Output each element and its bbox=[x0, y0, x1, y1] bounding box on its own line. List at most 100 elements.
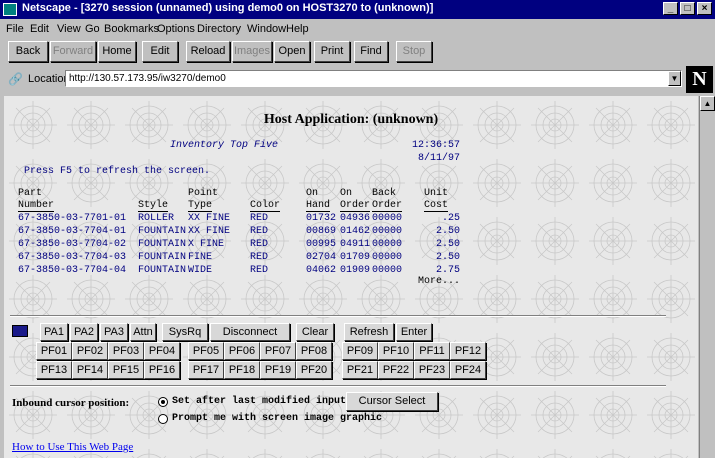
pf12-button[interactable]: PF12 bbox=[450, 342, 486, 360]
refresh-button[interactable]: Refresh bbox=[344, 323, 394, 341]
pf09-button[interactable]: PF09 bbox=[342, 342, 378, 360]
cell-unit-cost: 2.50 bbox=[435, 226, 460, 237]
col-header: Order bbox=[340, 200, 371, 212]
col-header: Hand bbox=[306, 200, 331, 212]
pf08-button[interactable]: PF08 bbox=[296, 342, 332, 360]
home-button[interactable]: Home bbox=[98, 41, 136, 62]
cell-point-type: WIDE bbox=[188, 265, 213, 276]
menu-view[interactable]: View bbox=[57, 23, 81, 35]
pf21-button[interactable]: PF21 bbox=[342, 361, 378, 379]
cursor-option-prompt-label: Prompt me with screen image graphic bbox=[172, 413, 383, 424]
menu-help[interactable]: Help bbox=[286, 23, 309, 35]
cell-style: FOUNTAIN bbox=[138, 226, 187, 237]
pa2-button[interactable]: PA2 bbox=[70, 323, 98, 341]
cell-on-hand: 02704 bbox=[306, 252, 337, 263]
stop-button[interactable]: Stop bbox=[396, 41, 432, 62]
sysrq-button[interactable]: SysRq bbox=[162, 323, 208, 341]
attn-button[interactable]: Attn bbox=[130, 323, 156, 341]
pf02-button[interactable]: PF02 bbox=[72, 342, 108, 360]
menu-go[interactable]: Go bbox=[85, 23, 100, 35]
cell-style: FOUNTAIN bbox=[138, 265, 187, 276]
cell-style: FOUNTAIN bbox=[138, 239, 187, 250]
pf22-button[interactable]: PF22 bbox=[378, 361, 414, 379]
col-header: Cost bbox=[424, 200, 449, 212]
pf20-button[interactable]: PF20 bbox=[296, 361, 332, 379]
location-bar: 🔗 Location: http://130.57.173.95/iw3270/… bbox=[0, 68, 715, 90]
menu-options[interactable]: Options bbox=[157, 23, 195, 35]
location-input[interactable]: http://130.57.173.95/iw3270/demo0 bbox=[65, 70, 682, 87]
screen-time: 12:36:57 bbox=[412, 140, 461, 151]
cell-point-type: XX FINE bbox=[188, 226, 231, 237]
cell-point-type: XX FINE bbox=[188, 213, 231, 224]
col-header: Number bbox=[18, 200, 55, 212]
help-link[interactable]: How to Use This Web Page bbox=[12, 441, 133, 453]
menu-edit[interactable]: Edit bbox=[30, 23, 49, 35]
pa1-button[interactable]: PA1 bbox=[40, 323, 68, 341]
open-button[interactable]: Open bbox=[274, 41, 310, 62]
col-header: Part bbox=[18, 188, 43, 199]
maximize-button[interactable]: □ bbox=[680, 2, 695, 15]
pf18-button[interactable]: PF18 bbox=[224, 361, 260, 379]
menu-bar: File Edit View Go Bookmarks Options Dire… bbox=[0, 20, 715, 38]
menu-bookmarks[interactable]: Bookmarks bbox=[104, 23, 159, 35]
back-button[interactable]: Back bbox=[8, 41, 48, 62]
images-button[interactable]: Images bbox=[232, 41, 272, 62]
col-header: Unit bbox=[424, 188, 449, 199]
host-application-title: Host Application: (unknown) bbox=[263, 112, 439, 127]
keyboard-icon bbox=[12, 325, 28, 337]
menu-file[interactable]: File bbox=[6, 23, 24, 35]
pf10-button[interactable]: PF10 bbox=[378, 342, 414, 360]
pf17-button[interactable]: PF17 bbox=[188, 361, 224, 379]
pf14-button[interactable]: PF14 bbox=[72, 361, 108, 379]
clear-button[interactable]: Clear bbox=[296, 323, 334, 341]
pf24-button[interactable]: PF24 bbox=[450, 361, 486, 379]
cell-unit-cost: .25 bbox=[441, 213, 460, 224]
col-header: Style bbox=[138, 200, 169, 212]
menu-directory[interactable]: Directory bbox=[197, 23, 241, 35]
scroll-up-icon[interactable]: ▲ bbox=[700, 96, 715, 111]
minimize-button[interactable]: _ bbox=[663, 2, 678, 15]
close-button[interactable]: × bbox=[697, 2, 712, 15]
pf03-button[interactable]: PF03 bbox=[108, 342, 144, 360]
netscape-logo: N bbox=[686, 66, 713, 93]
page-content: Host Application: (unknown) Inventory To… bbox=[4, 96, 698, 458]
vertical-scrollbar[interactable]: ▲ bbox=[699, 96, 715, 458]
print-button[interactable]: Print bbox=[314, 41, 350, 62]
cell-unit-cost: 2.50 bbox=[435, 252, 460, 263]
cursor-option-set-after-radio[interactable] bbox=[158, 397, 168, 407]
netscape-app-icon bbox=[3, 3, 17, 16]
pa3-button[interactable]: PA3 bbox=[100, 323, 128, 341]
cell-back-order: 00000 bbox=[372, 213, 403, 224]
pf16-button[interactable]: PF16 bbox=[144, 361, 180, 379]
pf07-button[interactable]: PF07 bbox=[260, 342, 296, 360]
more-indicator: More... bbox=[418, 276, 461, 287]
pf01-button[interactable]: PF01 bbox=[36, 342, 72, 360]
cursor-position-label: Inbound cursor position: bbox=[12, 397, 130, 409]
window-controls: _ □ × bbox=[661, 2, 712, 15]
find-button[interactable]: Find bbox=[354, 41, 388, 62]
pf06-button[interactable]: PF06 bbox=[224, 342, 260, 360]
pf15-button[interactable]: PF15 bbox=[108, 361, 144, 379]
pf13-button[interactable]: PF13 bbox=[36, 361, 72, 379]
forward-button[interactable]: Forward bbox=[50, 41, 96, 62]
enter-button[interactable]: Enter bbox=[396, 323, 432, 341]
cursor-select-button[interactable]: Cursor Select bbox=[346, 392, 438, 411]
cell-on-order: 04911 bbox=[340, 239, 371, 250]
chevron-down-icon[interactable]: ▼ bbox=[668, 71, 681, 86]
disconnect-button[interactable]: Disconnect bbox=[210, 323, 290, 341]
cell-style: ROLLER bbox=[138, 213, 175, 224]
menu-window[interactable]: Window bbox=[247, 23, 286, 35]
reload-button[interactable]: Reload bbox=[186, 41, 230, 62]
pf04-button[interactable]: PF04 bbox=[144, 342, 180, 360]
cell-back-order: 00000 bbox=[372, 226, 403, 237]
pf23-button[interactable]: PF23 bbox=[414, 361, 450, 379]
cell-on-hand: 00995 bbox=[306, 239, 337, 250]
cell-back-order: 00000 bbox=[372, 252, 403, 263]
cursor-option-prompt-radio[interactable] bbox=[158, 414, 168, 424]
col-header: Color bbox=[250, 200, 281, 212]
cell-part-number: 67-3850-03-7704-04 bbox=[18, 265, 127, 276]
pf11-button[interactable]: PF11 bbox=[414, 342, 450, 360]
pf05-button[interactable]: PF05 bbox=[188, 342, 224, 360]
edit-button[interactable]: Edit bbox=[142, 41, 178, 62]
pf19-button[interactable]: PF19 bbox=[260, 361, 296, 379]
